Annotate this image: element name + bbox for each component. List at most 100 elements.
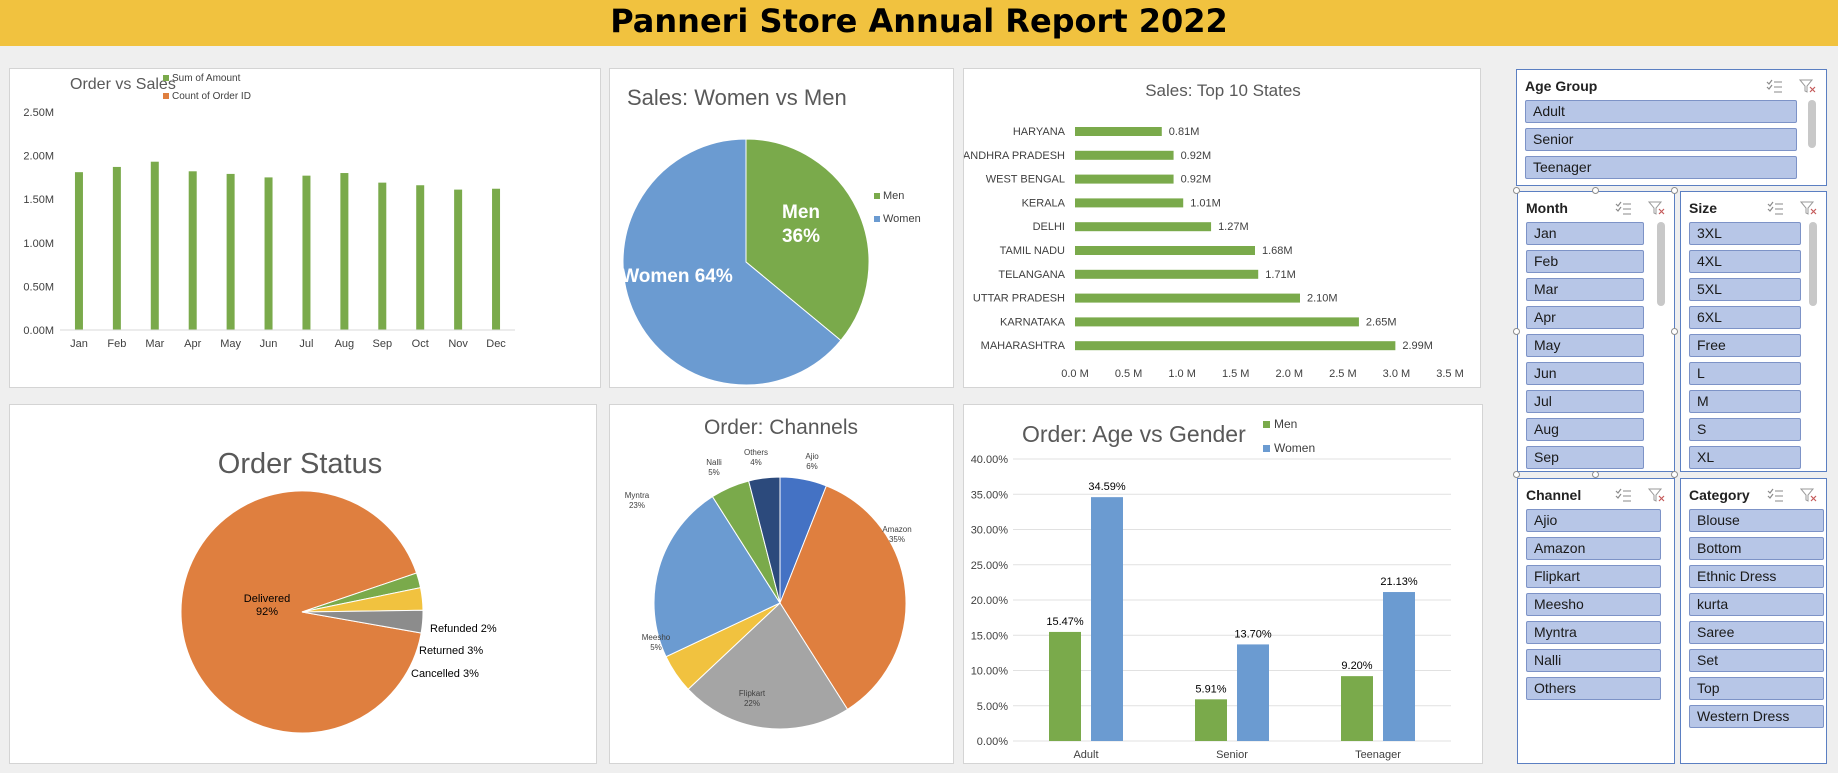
slicer-item[interactable]: Aug: [1526, 418, 1644, 441]
chart-order-vs-sales[interactable]: Order vs Sales Sum of Amount Count of Orde…: [9, 68, 601, 388]
slicer-item[interactable]: Apr: [1526, 306, 1644, 329]
chart-women-vs-men[interactable]: Sales: Women vs Men Men 36% Women 64% Men Wom…: [609, 68, 954, 388]
clear-filter-icon[interactable]: [1647, 487, 1666, 503]
bar-sales: [112, 166, 121, 330]
slicer-item[interactable]: Nalli: [1526, 649, 1661, 672]
slicer-item[interactable]: Free: [1689, 334, 1801, 357]
multi-select-button[interactable]: [1614, 200, 1632, 216]
slicer-item[interactable]: Adult: [1525, 100, 1797, 123]
resize-handle[interactable]: [1671, 328, 1678, 335]
slicer-item[interactable]: Jun: [1526, 362, 1644, 385]
clear-filter-icon[interactable]: [1799, 200, 1818, 216]
data-label: 0.92M: [1181, 174, 1212, 186]
slicer-age-group[interactable]: Age Group Adult Senior Teenager: [1516, 69, 1827, 186]
x-tick-label: Jul: [299, 338, 313, 350]
resize-handle[interactable]: [1513, 328, 1520, 335]
slicer-item[interactable]: S: [1689, 418, 1801, 441]
bar-state: [1075, 222, 1212, 232]
slicer-item[interactable]: Blouse: [1689, 509, 1824, 532]
y-tick-label: 15.00%: [971, 630, 1009, 642]
slicer-item[interactable]: Others: [1526, 677, 1661, 700]
slicer-item[interactable]: Teenager: [1525, 156, 1797, 179]
slicer-item[interactable]: Jan: [1526, 222, 1644, 245]
x-tick-label: 0.0 M: [1061, 368, 1089, 380]
slicer-item[interactable]: Feb: [1526, 250, 1644, 273]
data-label: Men: [782, 202, 820, 223]
data-label: 2.10M: [1307, 293, 1338, 305]
clear-filter-icon[interactable]: [1799, 487, 1818, 503]
data-label: 21.13%: [1380, 576, 1418, 588]
y-tick-label: 0.50M: [23, 281, 54, 293]
slicer-item[interactable]: Mar: [1526, 278, 1644, 301]
x-tick-label: 2.0 M: [1276, 368, 1304, 380]
slicer-item[interactable]: Senior: [1525, 128, 1797, 151]
slicer-size[interactable]: Size 3XL 4XL 5XL 6XL Free L M S XL: [1680, 191, 1827, 472]
slicer-item[interactable]: 4XL: [1689, 250, 1801, 273]
chart-order-status[interactable]: Order Status Delivered 92% Refunded 2% Retur…: [9, 404, 597, 764]
slicer-item[interactable]: Saree: [1689, 621, 1824, 644]
slicer-item[interactable]: Jul: [1526, 390, 1644, 413]
slicer-item[interactable]: Myntra: [1526, 621, 1661, 644]
x-tick-label: Mar: [145, 338, 164, 350]
slicer-item[interactable]: 6XL: [1689, 306, 1801, 329]
resize-handle[interactable]: [1513, 187, 1520, 194]
clear-filter-button[interactable]: [1799, 487, 1818, 503]
slicer-item[interactable]: 5XL: [1689, 278, 1801, 301]
resize-handle[interactable]: [1592, 471, 1599, 478]
slicer-item[interactable]: Ethnic Dress: [1689, 565, 1824, 588]
multi-select-icon[interactable]: [1766, 487, 1784, 503]
slicer-month[interactable]: Month Jan Feb Mar Apr May Jun Jul Aug Sep: [1517, 191, 1675, 472]
multi-select-button[interactable]: [1765, 78, 1783, 94]
slicer-item[interactable]: May: [1526, 334, 1644, 357]
slicer-item[interactable]: Ajio: [1526, 509, 1661, 532]
clear-filter-button[interactable]: [1799, 200, 1818, 216]
slicer-item[interactable]: Top: [1689, 677, 1824, 700]
multi-select-button[interactable]: [1614, 487, 1632, 503]
x-tick-label: Teenager: [1355, 749, 1401, 761]
chart-order-channels[interactable]: Order: Channels Ajio 6% Amazon 35% Flipkart 22…: [609, 404, 954, 764]
multi-select-button[interactable]: [1766, 487, 1784, 503]
slicer-item[interactable]: Flipkart: [1526, 565, 1661, 588]
resize-handle[interactable]: [1513, 471, 1520, 478]
slicer-item[interactable]: Western Dress: [1689, 705, 1824, 728]
slicer-item[interactable]: Amazon: [1526, 537, 1661, 560]
data-label: 13.70%: [1234, 628, 1272, 640]
scrollbar[interactable]: [1809, 222, 1817, 306]
data-label: Ajio: [805, 452, 819, 461]
resize-handle[interactable]: [1671, 471, 1678, 478]
slicer-item[interactable]: Meesho: [1526, 593, 1661, 616]
slicer-channel[interactable]: Channel Ajio Amazon Flipkart Meesho Myntra Nal…: [1517, 478, 1675, 764]
y-tick-label: TELANGANA: [998, 269, 1065, 281]
scrollbar[interactable]: [1657, 222, 1665, 306]
chart-top-states[interactable]: Sales: Top 10 States HARYANA 0.81M ANDHRA P…: [963, 68, 1481, 388]
slicer-item[interactable]: kurta: [1689, 593, 1824, 616]
slicer-item[interactable]: Bottom: [1689, 537, 1824, 560]
clear-filter-button[interactable]: [1647, 487, 1666, 503]
slicer-item[interactable]: L: [1689, 362, 1801, 385]
multi-select-icon[interactable]: [1614, 487, 1632, 503]
slicer-category[interactable]: Category Blouse Bottom Ethnic Dress kurta Sar…: [1680, 478, 1827, 764]
chart-age-vs-gender[interactable]: Order: Age vs Gender Men Women 0.00% 5.00% 10…: [963, 404, 1483, 764]
slicer-item[interactable]: Set: [1689, 649, 1824, 672]
multi-select-icon[interactable]: [1766, 200, 1784, 216]
resize-handle[interactable]: [1671, 187, 1678, 194]
clear-filter-button[interactable]: [1798, 78, 1817, 94]
slicer-item[interactable]: XL: [1689, 446, 1801, 469]
multi-select-button[interactable]: [1766, 200, 1784, 216]
slicer-item[interactable]: Sep: [1526, 446, 1644, 469]
scrollbar[interactable]: [1808, 100, 1816, 148]
multi-select-icon[interactable]: [1614, 200, 1632, 216]
data-label: 1.01M: [1190, 197, 1221, 209]
multi-select-icon[interactable]: [1765, 78, 1783, 94]
x-tick-label: 1.5 M: [1222, 368, 1250, 380]
clear-filter-button[interactable]: [1647, 200, 1666, 216]
slicer-item[interactable]: M: [1689, 390, 1801, 413]
data-label: Women 64%: [621, 266, 733, 287]
clear-filter-icon[interactable]: [1798, 78, 1817, 94]
chart-title: Sales: Top 10 States: [1145, 81, 1301, 100]
clear-filter-icon[interactable]: [1647, 200, 1666, 216]
bar-state: [1075, 174, 1174, 184]
resize-handle[interactable]: [1592, 187, 1599, 194]
data-label: 0.81M: [1169, 126, 1200, 138]
slicer-item[interactable]: 3XL: [1689, 222, 1801, 245]
